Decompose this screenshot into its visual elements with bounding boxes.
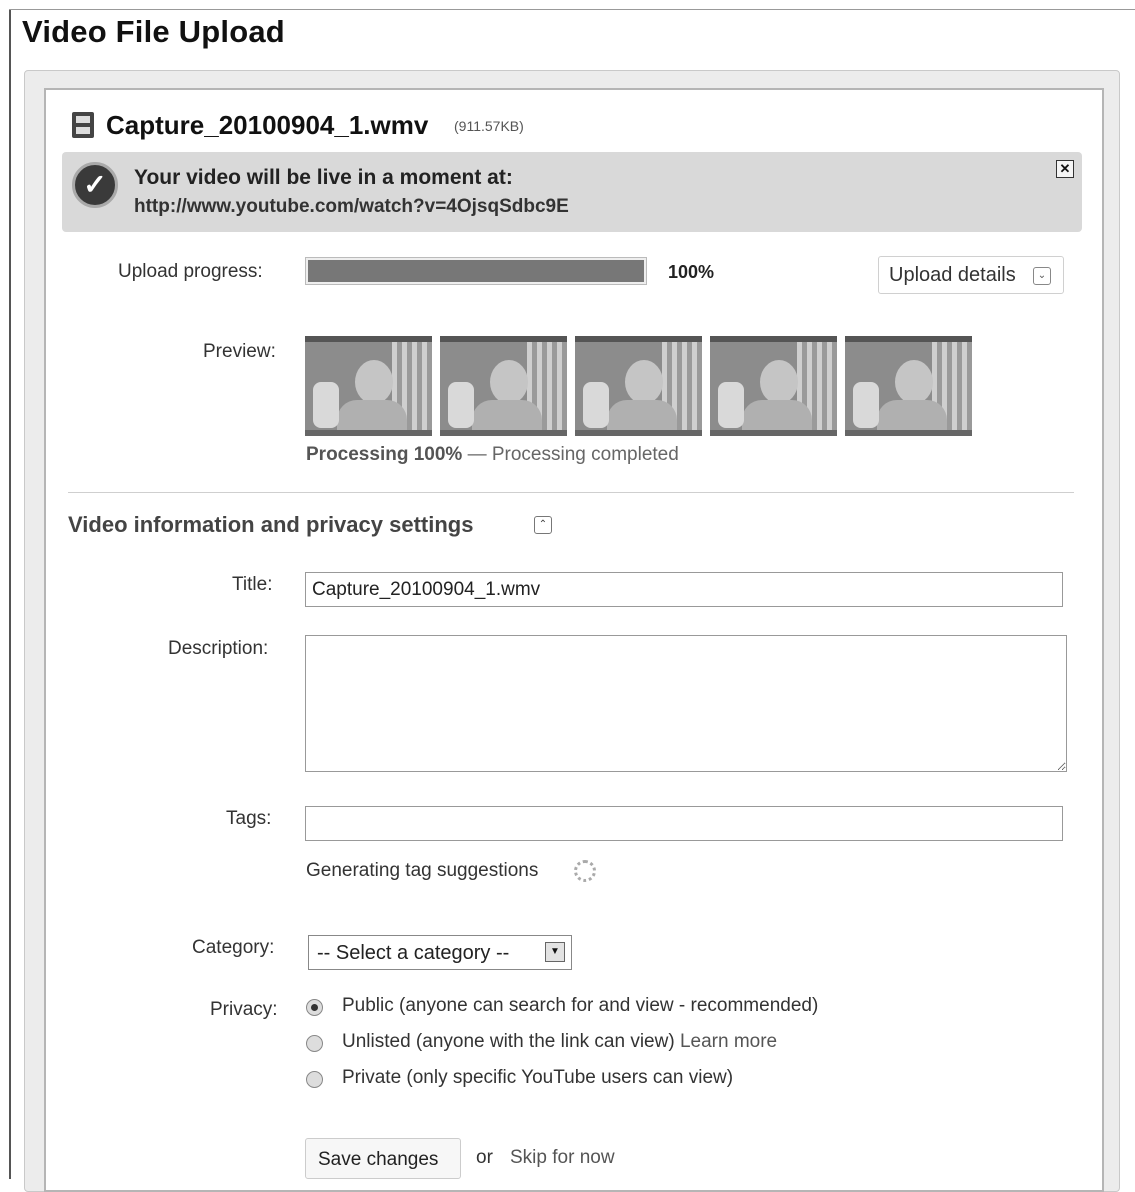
privacy-option-label: Private (only specific YouTube users can… [342,1067,734,1088]
privacy-label: Privacy: [210,999,278,1020]
file-name: Capture_20100904_1.wmv [106,110,429,140]
close-icon[interactable]: ✕ [1056,160,1074,178]
chevron-up-icon[interactable]: ⌃ [534,516,552,534]
spinner-icon [574,860,596,882]
dropdown-arrow-icon: ▼ [545,942,565,962]
skip-for-now-link[interactable]: Skip for now [510,1147,615,1169]
radio-button[interactable] [306,999,323,1016]
category-label: Category: [192,937,275,958]
notice-message: Your video will be live in a moment at: [134,166,513,189]
description-textarea[interactable] [305,635,1067,772]
preview-label: Preview: [203,341,276,362]
section-title: Video information and privacy settings [68,512,474,537]
upload-progress-fill [308,260,644,282]
file-size: (911.57KB) [454,118,524,134]
preview-thumbnail [305,336,432,436]
radio-button[interactable] [306,1035,323,1052]
learn-more-link[interactable]: Learn more [680,1031,777,1052]
preview-thumbnail [710,336,837,436]
window-left-border [9,10,11,1179]
privacy-option-text: Unlisted (anyone with the link can view) [342,1031,675,1052]
processing-percent: Processing 100% [306,444,463,465]
window-top-border [9,9,1135,10]
preview-thumbnail [575,336,702,436]
description-label: Description: [168,638,269,659]
tags-input[interactable] [305,806,1063,841]
upload-progress-label: Upload progress: [118,261,263,282]
video-url-link[interactable]: http://www.youtube.com/watch?v=4OjsqSdbc… [134,196,569,218]
page-title: Video File Upload [22,14,285,49]
radio-button[interactable] [306,1071,323,1088]
privacy-option-label: Unlisted (anyone with the link can view)… [342,1031,777,1053]
chevron-down-icon: ⌄ [1033,267,1051,285]
title-input[interactable] [305,572,1063,607]
upload-progress-percent: 100% [668,262,715,282]
category-select[interactable]: -- Select a category -- ▼ [308,935,572,970]
film-icon [72,112,94,138]
save-changes-button[interactable]: Save changes [305,1138,461,1179]
section-divider [68,492,1074,493]
tag-suggestions-status: Generating tag suggestions [306,860,539,881]
check-icon: ✓ [72,162,118,208]
privacy-option-label: Public (anyone can search for and view -… [342,995,819,1016]
upload-progress-bar [305,257,647,285]
processing-text: — Processing completed [462,444,679,465]
title-label: Title: [232,574,273,595]
category-selected-value: -- Select a category -- [317,942,510,964]
processing-status: Processing 100% — Processing completed [306,444,679,466]
upload-details-button[interactable]: Upload details ⌄ [878,256,1064,294]
live-notice: ✓ Your video will be live in a moment at… [62,152,1082,232]
preview-thumbnail [845,336,972,436]
upload-details-label: Upload details [889,264,1016,286]
or-text: or [476,1147,493,1168]
preview-thumbnail [440,336,567,436]
tags-label: Tags: [226,808,272,829]
